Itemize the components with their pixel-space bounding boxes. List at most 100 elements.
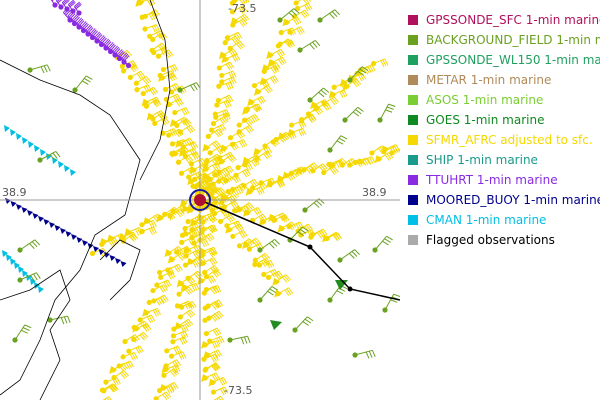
sfmr-observation (370, 58, 389, 67)
legend-item-goes[interactable]: GOES 1-min marine (408, 110, 600, 130)
obs-dot (216, 65, 222, 71)
obs-dot (277, 41, 283, 47)
wind-observation-map[interactable]: -73.5 38.9 38.9 -73.5 (0, 0, 400, 400)
sfmr-flag (274, 289, 283, 298)
barb-feather (329, 13, 335, 19)
buoy-observation (71, 234, 77, 240)
obs-dot (241, 117, 248, 123)
obs-dot (307, 97, 313, 103)
obs-dot (227, 135, 234, 141)
barb-feather (109, 43, 115, 50)
obs-dot (182, 225, 188, 232)
obs-dot (178, 170, 185, 176)
sfmr-observation (219, 76, 237, 86)
obs-dot (155, 53, 162, 59)
barb-feather (306, 316, 314, 322)
obs-dot (27, 67, 33, 73)
barb-feather (63, 316, 68, 324)
obs-dot (177, 314, 184, 320)
barb-feather (320, 89, 327, 96)
obs-dot (153, 396, 159, 400)
obs-dot (208, 127, 215, 133)
obs-dot (162, 86, 169, 92)
legend-item-sfmr-afrc[interactable]: SFMR_AFRC adjusted to sfc. (408, 130, 600, 150)
barb-staff (319, 9, 336, 21)
legend-label: TTUHRT 1-min marine (426, 173, 558, 187)
obs-dot (37, 157, 43, 163)
barb-feather (274, 239, 280, 245)
obs-dot (179, 304, 185, 310)
obs-dot (176, 291, 182, 297)
buoy-observation (32, 213, 39, 219)
sfmr-observation (142, 24, 160, 33)
obs-dot (230, 233, 236, 239)
obs-dot (389, 150, 395, 156)
obs-dot (158, 274, 164, 280)
sfmr-flag (164, 249, 173, 258)
cman-observation (64, 165, 70, 172)
grid-label-lon-top: -73.5 (228, 2, 257, 15)
sfmr-observation (291, 9, 310, 20)
coastline (0, 269, 71, 400)
obs-dot (188, 161, 194, 167)
barb-feather (247, 336, 251, 344)
barb-feather (29, 243, 35, 249)
obs-dot (244, 106, 251, 112)
obs-dot (177, 87, 183, 93)
legend-item-metar[interactable]: METAR 1-min marine (408, 70, 600, 90)
sfmr-flag (253, 147, 262, 156)
obs-dot (186, 174, 192, 180)
obs-dot (217, 218, 224, 225)
buoy-observation (65, 231, 72, 237)
barb-feather (355, 109, 362, 115)
barb-feather (386, 235, 393, 241)
legend-item-gpssonde-sfc[interactable]: GPSSONDE_SFC 1-min marine (408, 10, 600, 30)
obs-dot (249, 185, 256, 191)
obs-dot (142, 13, 148, 19)
sfmr-observation (256, 259, 275, 269)
map-canvas (0, 0, 400, 400)
barb-feather (108, 396, 112, 400)
obs-dot (331, 84, 337, 90)
ttuhrt-observation (73, 1, 82, 16)
barb-staff (19, 239, 36, 251)
obs-dot (288, 170, 294, 176)
sfmr-observation (205, 128, 224, 139)
legend-item-flagged[interactable]: Flagged observations (408, 230, 600, 250)
sfmr-observation (217, 214, 236, 225)
sfmr-observation (216, 81, 234, 91)
legend-item-ttuhrt[interactable]: TTUHRT 1-min marine (408, 170, 600, 190)
cman-observation (34, 145, 40, 152)
barb-feather (269, 288, 276, 294)
barb-feather (36, 272, 41, 279)
legend-item-cman[interactable]: CMAN 1-min marine (408, 210, 600, 230)
barb-feather (302, 0, 308, 5)
obs-dot (254, 155, 260, 161)
barb-feather (314, 40, 321, 47)
obs-dot (222, 40, 228, 46)
obs-dot (286, 224, 292, 230)
buoy-observation (76, 237, 83, 243)
background-field-observation (72, 75, 93, 93)
legend-item-asos[interactable]: ASOS 1-min marine (408, 90, 600, 110)
legend-label: SFMR_AFRC adjusted to sfc. (426, 133, 593, 147)
sfmr-observation (227, 40, 245, 51)
legend-item-background-field[interactable]: BACKGROUND_FIELD 1-min m (408, 30, 600, 50)
obs-dot (219, 79, 225, 85)
sfmr-observation (177, 124, 196, 135)
obs-dot (169, 141, 176, 147)
buoy-observation (21, 207, 28, 213)
barb-feather (365, 351, 370, 359)
obs-dot (203, 162, 209, 168)
barb-feather (52, 152, 58, 159)
obs-dot (293, 0, 299, 6)
legend-item-moored-buoy[interactable]: MOORED_BUOY 1-min marine (408, 190, 600, 210)
barb-feather (21, 329, 28, 334)
barb-staff (14, 324, 26, 341)
background-field-observation (227, 335, 251, 345)
obs-dot (17, 247, 23, 253)
barb-staff (259, 238, 275, 251)
legend-item-ship[interactable]: SHIP 1-min marine (408, 150, 600, 170)
legend-item-gpssonde-wl150[interactable]: GPSSONDE_WL150 1-min mar (408, 50, 600, 70)
obs-dot (172, 109, 178, 116)
